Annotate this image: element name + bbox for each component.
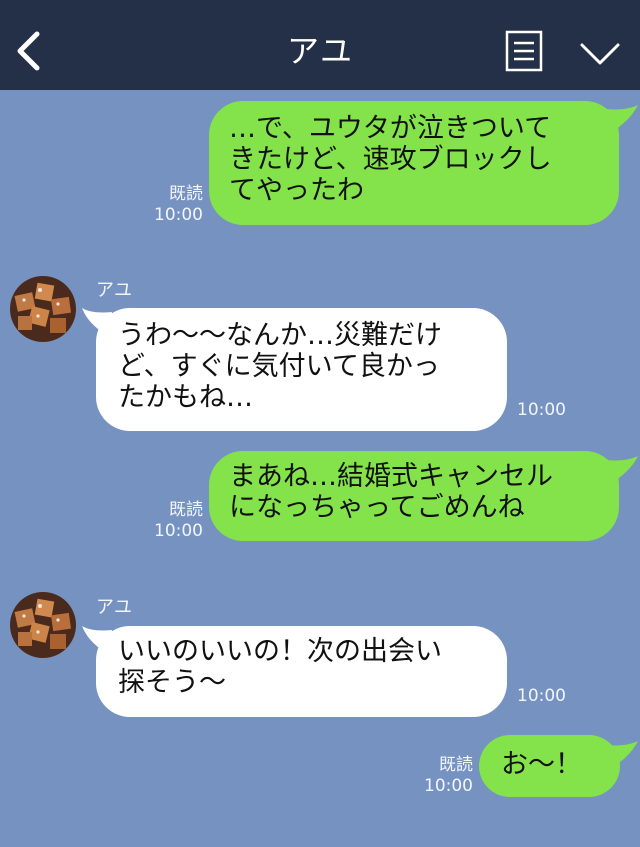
message-bubble-received[interactable]: うわ〜〜なんか…災難だけ ど、すぐに気付いて良かっ たかもね… xyxy=(96,308,507,431)
chat-title: アユ xyxy=(286,32,353,70)
message-time: 10:00 xyxy=(517,400,566,420)
message-bubble-sent[interactable]: …で、ユウタが泣きついて きたけど、速攻ブロックし てやったわ xyxy=(209,101,619,225)
message-bubble-sent[interactable]: まあね…結婚式キャンセル になっちゃってごめんね xyxy=(209,451,619,541)
chevron-down-icon[interactable] xyxy=(578,40,622,68)
message-status: 既読 10:00 xyxy=(420,755,473,797)
avatar[interactable] xyxy=(10,276,76,342)
message-bubble-received[interactable]: いいのいいの！次の出会い 探そう〜 xyxy=(96,626,507,717)
avatar[interactable] xyxy=(10,592,76,658)
caramel-avatar-icon xyxy=(10,592,76,658)
message-status: 既読 10:00 xyxy=(150,184,203,226)
sender-name: アユ xyxy=(96,597,132,618)
message-time: 10:00 xyxy=(517,686,566,706)
chat-header: アユ xyxy=(0,0,640,90)
message-time: 10:00 xyxy=(424,776,473,796)
sender-name: アユ xyxy=(96,280,132,301)
message-bubble-sent[interactable]: お〜！ xyxy=(479,735,620,797)
read-receipt: 既読 xyxy=(169,184,203,204)
read-receipt: 既読 xyxy=(169,500,203,520)
menu-icon[interactable] xyxy=(505,30,543,72)
caramel-avatar-icon xyxy=(10,276,76,342)
message-status: 既読 10:00 xyxy=(150,500,203,542)
message-time: 10:00 xyxy=(154,205,203,225)
message-time: 10:00 xyxy=(154,521,203,541)
read-receipt: 既読 xyxy=(439,755,473,775)
